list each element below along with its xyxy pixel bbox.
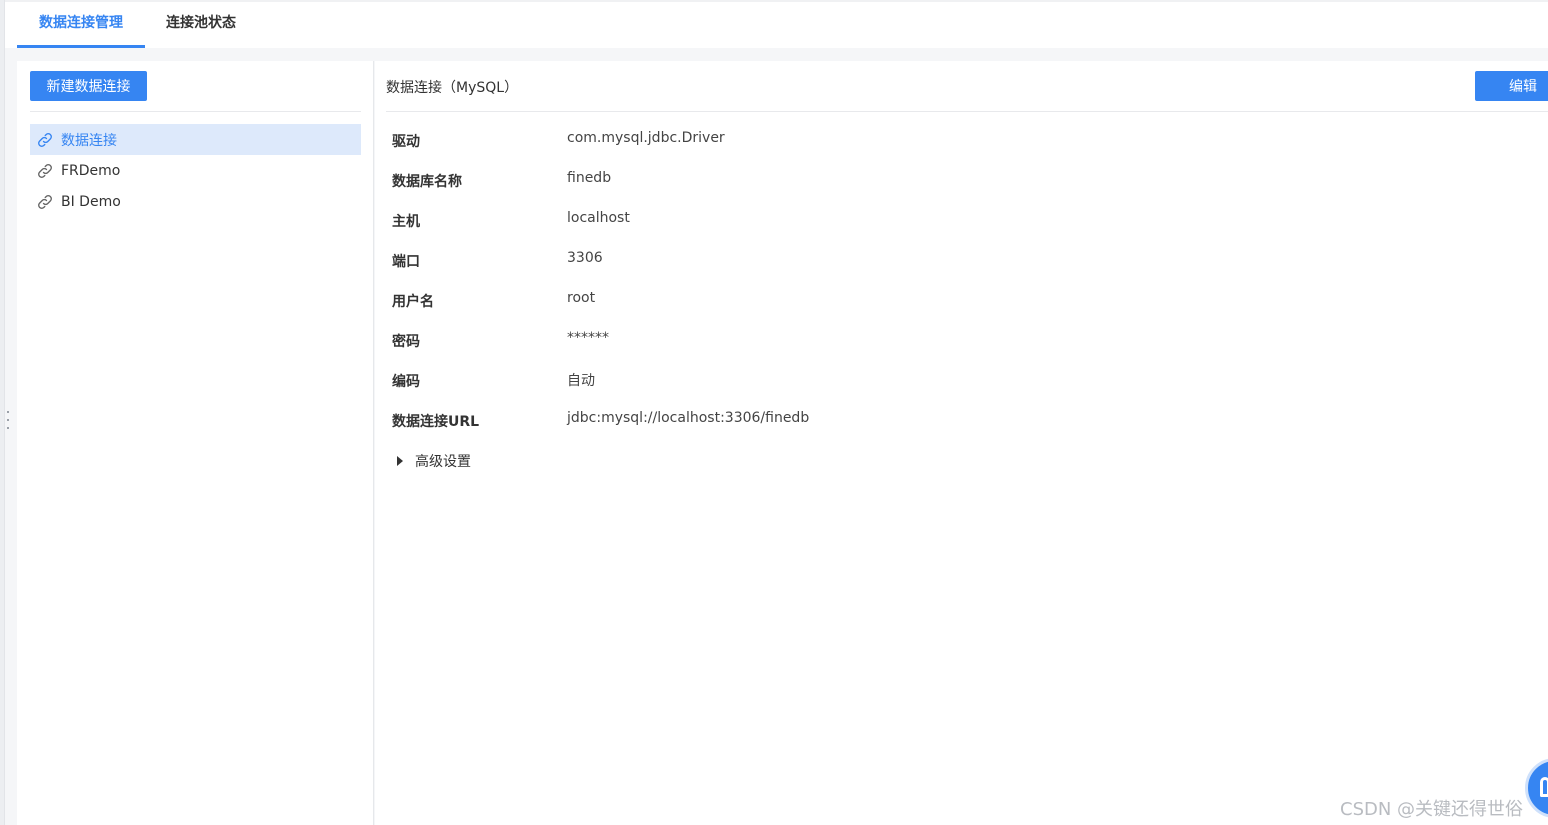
advanced-settings-label: 高级设置 (415, 454, 471, 470)
field-label: 端口 (392, 254, 420, 270)
link-icon (36, 162, 54, 180)
advanced-settings-toggle[interactable]: 高级设置 (397, 451, 471, 471)
connection-name: FRDemo (61, 162, 121, 179)
caret-right-icon (397, 456, 403, 466)
divider (386, 111, 1548, 112)
connection-list-panel: 新建数据连接 数据连接 FRDemo BI Demo (17, 61, 374, 825)
left-rail (0, 0, 5, 825)
connection-name: BI Demo (61, 193, 121, 210)
field-row-password: 密码 ****** (392, 327, 1492, 367)
connection-fields: 驱动 com.mysql.jdbc.Driver 数据库名称 finedb 主机… (392, 127, 1492, 447)
detail-title: 数据连接（MySQL） (386, 80, 519, 96)
field-label: 编码 (392, 374, 420, 390)
field-row-port: 端口 3306 (392, 247, 1492, 287)
connection-detail-panel: 数据连接（MySQL） 编辑 驱动 com.mysql.jdbc.Driver … (375, 61, 1548, 825)
connection-name: 数据连接 (61, 132, 117, 149)
tab-connection-management[interactable]: 数据连接管理 (17, 2, 145, 48)
field-value: 自动 (567, 373, 595, 389)
field-value: 3306 (567, 250, 603, 266)
field-value: root (567, 290, 596, 306)
link-icon (36, 193, 54, 211)
app-root: 数据连接管理 连接池状态 新建数据连接 数据连接 FRDemo BI Demo … (0, 0, 1548, 825)
field-value: finedb (567, 170, 612, 186)
field-label: 主机 (392, 214, 420, 230)
field-row-encoding: 编码 自动 (392, 367, 1492, 407)
field-value: ****** (567, 330, 609, 346)
edit-button[interactable]: 编辑 (1475, 71, 1548, 101)
field-label: 用户名 (392, 294, 434, 310)
new-connection-button[interactable]: 新建数据连接 (30, 71, 147, 101)
field-row-database-name: 数据库名称 finedb (392, 167, 1492, 207)
field-value: localhost (567, 210, 630, 226)
field-label: 数据连接URL (392, 414, 480, 430)
field-row-driver: 驱动 com.mysql.jdbc.Driver (392, 127, 1492, 167)
connection-item-0[interactable]: 数据连接 (30, 124, 361, 155)
connection-item-2[interactable]: BI Demo (30, 186, 361, 217)
field-row-url: 数据连接URL jdbc:mysql://localhost:3306/fine… (392, 407, 1492, 447)
field-label: 密码 (392, 334, 420, 350)
divider (30, 111, 361, 112)
field-value: jdbc:mysql://localhost:3306/finedb (567, 410, 810, 426)
tab-pool-status[interactable]: 连接池状态 (153, 2, 249, 48)
field-row-host: 主机 localhost (392, 207, 1492, 247)
field-label: 数据库名称 (392, 174, 462, 190)
field-label: 驱动 (392, 134, 420, 150)
resize-grip[interactable] (7, 411, 13, 429)
field-row-username: 用户名 root (392, 287, 1492, 327)
field-value: com.mysql.jdbc.Driver (567, 130, 725, 146)
link-icon (36, 131, 54, 149)
tab-bar: 数据连接管理 连接池状态 (5, 0, 1548, 48)
connection-list: 数据连接 FRDemo BI Demo (30, 124, 361, 217)
watermark: CSDN @关键还得世俗 (1340, 799, 1524, 820)
connection-item-1[interactable]: FRDemo (30, 155, 361, 186)
